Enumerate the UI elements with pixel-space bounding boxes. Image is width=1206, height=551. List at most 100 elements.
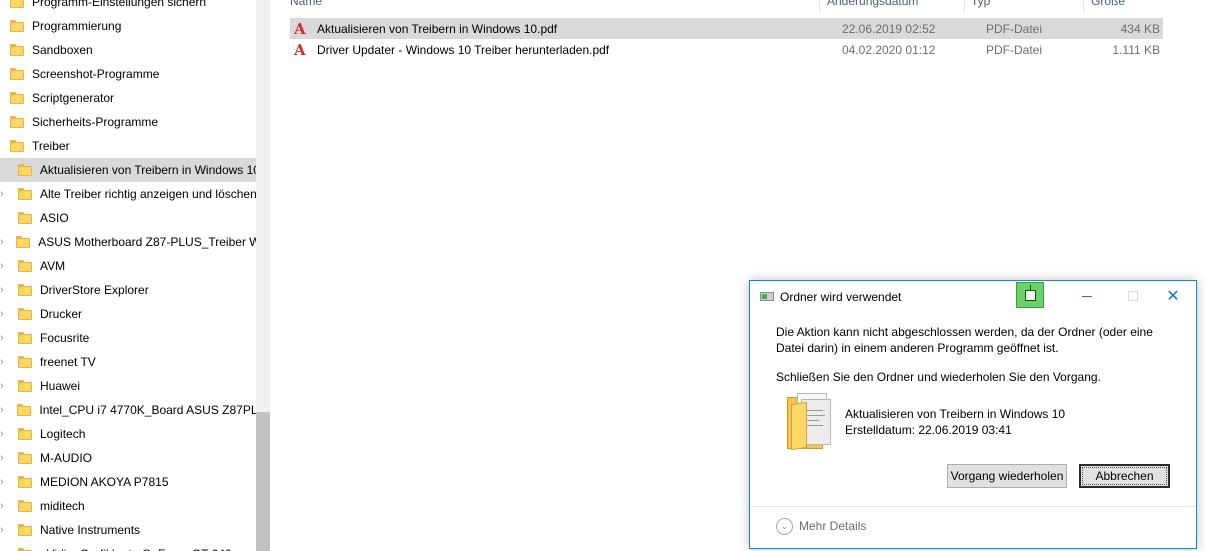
- tree-item-label: Intel_CPU i7 4770K_Board ASUS Z87PLUS: [39, 403, 256, 417]
- tree-item-label: ASIO: [40, 211, 69, 225]
- file-row[interactable]: A Driver Updater - Windows 10 Treiber he…: [290, 39, 1163, 60]
- tree-item-label: Huawei: [40, 379, 81, 393]
- folder-icon: [18, 212, 32, 224]
- tree-item[interactable]: Sicherheits-Programme: [0, 110, 256, 134]
- chevron-right-icon[interactable]: ›: [0, 254, 8, 278]
- column-header-name[interactable]: Name: [290, 0, 322, 10]
- chevron-right-icon[interactable]: ›: [0, 446, 8, 470]
- dialog-titlebar[interactable]: Ordner wird verwendet ✕: [750, 281, 1196, 311]
- folder-icon: [18, 284, 32, 296]
- tree-item[interactable]: ASIO: [0, 206, 256, 230]
- tree-item[interactable]: › Alte Treiber richtig anzeigen und lösch…: [0, 182, 256, 206]
- file-row[interactable]: A Aktualisieren von Treibern in Windows …: [290, 18, 1163, 39]
- tree-item-label: Screenshot-Programme: [32, 67, 160, 81]
- retry-button[interactable]: Vorgang wiederholen: [947, 464, 1067, 488]
- folder-icon: [18, 476, 32, 488]
- folder-icon: [10, 20, 24, 32]
- tree-item-label: Sandboxen: [32, 43, 93, 57]
- cancel-button[interactable]: Abbrechen: [1079, 464, 1170, 488]
- folder-icon: [10, 140, 24, 152]
- folder-icon: [10, 116, 24, 128]
- chevron-right-icon[interactable]: ›: [0, 182, 8, 206]
- tree-item[interactable]: › AVM: [0, 254, 256, 278]
- column-separator[interactable]: [819, 0, 820, 12]
- dialog-instruction: Schließen Sie den Ordner und wiederholen…: [776, 370, 1101, 384]
- tree-item[interactable]: › ASUS Motherboard Z87-PLUS_Treiber Windo…: [0, 230, 256, 254]
- chevron-right-icon[interactable]: ›: [0, 542, 8, 551]
- folder-icon: [18, 500, 32, 512]
- chevron-right-icon[interactable]: ›: [0, 422, 8, 446]
- file-name: Driver Updater - Windows 10 Treiber heru…: [317, 42, 610, 57]
- folder-icon: [18, 452, 32, 464]
- close-icon: ✕: [1166, 288, 1180, 305]
- column-header-date[interactable]: Änderungsdatum: [827, 0, 918, 10]
- chevron-right-icon[interactable]: ›: [0, 518, 8, 542]
- chevron-right-icon[interactable]: ›: [0, 302, 8, 326]
- close-button[interactable]: ✕: [1150, 281, 1196, 311]
- column-header-size[interactable]: Größe: [1091, 0, 1125, 10]
- file-date: 04.02.2020 01:12: [842, 42, 936, 57]
- folder-in-use-dialog: Ordner wird verwendet ✕ Die Aktion kann …: [749, 280, 1197, 549]
- folder-icon: [787, 393, 833, 451]
- tree-item-label: Focusrite: [40, 331, 90, 345]
- tree-item[interactable]: › freenet TV: [0, 350, 256, 374]
- tree-item-label: Logitech: [40, 427, 86, 441]
- tree-item-label: Sicherheits-Programme: [32, 115, 159, 129]
- folder-icon: [16, 236, 31, 248]
- tree-item[interactable]: › Drucker: [0, 302, 256, 326]
- file-size: 1.111 KB: [1112, 42, 1160, 57]
- tree-item[interactable]: › Focusrite: [0, 326, 256, 350]
- tree-item[interactable]: › Native Instruments: [0, 518, 256, 542]
- tree-item-label: AVM: [40, 259, 66, 273]
- chevron-right-icon[interactable]: ›: [0, 350, 8, 374]
- tree-item[interactable]: Scriptgenerator: [0, 86, 256, 110]
- tree-item[interactable]: › DriverStore Explorer: [0, 278, 256, 302]
- tree-item[interactable]: › MEDION AKOYA P7815: [0, 470, 256, 494]
- item-name: Aktualisieren von Treibern in Windows 10: [845, 407, 1066, 421]
- tree-item-label: freenet TV: [40, 355, 96, 369]
- tree-item[interactable]: › miditech: [0, 494, 256, 518]
- tree-item[interactable]: Programmierung: [0, 14, 256, 38]
- minimize-icon: [1082, 295, 1092, 297]
- folder-icon: [10, 0, 24, 8]
- dialog-message: Die Aktion kann nicht abgeschlossen werd…: [776, 325, 1153, 355]
- tree-item[interactable]: › Huawei: [0, 374, 256, 398]
- chevron-right-icon[interactable]: ›: [0, 374, 8, 398]
- tree-item[interactable]: Treiber: [0, 134, 256, 158]
- more-details-toggle[interactable]: ⌄ Mehr Details: [776, 517, 866, 535]
- minimize-button[interactable]: [1064, 281, 1110, 311]
- tree-scrollbar-thumb[interactable]: [256, 412, 270, 551]
- tree-item[interactable]: › nVidia_Grafikkarte GeForce GT 640: [0, 542, 256, 551]
- column-separator[interactable]: [1083, 0, 1084, 12]
- folder-icon: [18, 332, 32, 344]
- file-size: 434 KB: [1120, 21, 1160, 36]
- tree-item[interactable]: Sandboxen: [0, 38, 256, 62]
- column-header-type[interactable]: Typ: [971, 0, 990, 10]
- folder-icon: [17, 404, 32, 416]
- tree-item[interactable]: Programm-Einstellungen sichern: [0, 0, 256, 14]
- dialog-title: Ordner wird verwendet: [780, 290, 902, 304]
- tree-item[interactable]: Aktualisieren von Treibern in Windows 10: [0, 158, 256, 182]
- column-separator[interactable]: [964, 0, 965, 12]
- tree-item[interactable]: › M-AUDIO: [0, 446, 256, 470]
- overlay-app-icon[interactable]: [1016, 282, 1044, 308]
- tree-item[interactable]: Screenshot-Programme: [0, 62, 256, 86]
- folder-icon: [18, 524, 32, 536]
- chevron-right-icon[interactable]: ›: [0, 230, 6, 254]
- chevron-right-icon[interactable]: ›: [0, 494, 8, 518]
- tree-item[interactable]: › Logitech: [0, 422, 256, 446]
- chevron-right-icon[interactable]: ›: [0, 470, 8, 494]
- chevron-right-icon[interactable]: ›: [0, 326, 8, 350]
- tree-item[interactable]: › Intel_CPU i7 4770K_Board ASUS Z87PLUS: [0, 398, 256, 422]
- navigation-tree: Programm-Einstellungen sichern Programmie…: [0, 0, 256, 551]
- tree-item-label: Scriptgenerator: [32, 91, 115, 105]
- tree-item-label: miditech: [40, 499, 85, 513]
- folder-icon: [18, 380, 32, 392]
- tree-item-label: M-AUDIO: [40, 451, 92, 465]
- chevron-right-icon[interactable]: ›: [0, 278, 8, 302]
- chevron-right-icon[interactable]: ›: [0, 398, 7, 422]
